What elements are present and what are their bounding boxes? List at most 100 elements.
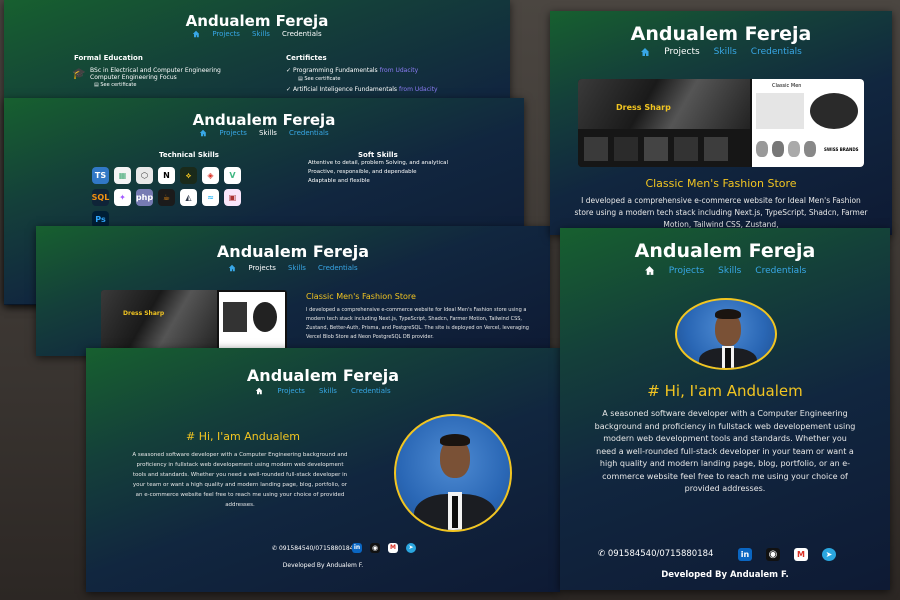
nav-credentials[interactable]: Credentials xyxy=(289,129,329,137)
shop-label-2: Classic Men xyxy=(772,83,802,89)
soft-skill-item: Attentive to detail, problem Solving, an… xyxy=(308,160,449,166)
product-panel xyxy=(219,292,285,350)
framer-icon: ⬡ xyxy=(136,167,153,184)
nav-bar: Projects Skills Credentials xyxy=(36,264,550,272)
home-card-small: Andualem Fereja Projects Skills Credenti… xyxy=(86,348,560,592)
home-card-large: Andualem Fereja Projects Skills Credenti… xyxy=(560,228,890,590)
profile-photo xyxy=(394,414,512,532)
github-icon[interactable]: ◉ xyxy=(370,543,380,553)
linkedin-icon[interactable]: in xyxy=(352,543,362,553)
mysql-icon: SQL xyxy=(92,189,109,206)
nav-projects[interactable]: Projects xyxy=(669,266,704,276)
social-links: in ◉ M ➤ xyxy=(738,548,836,561)
home-icon[interactable] xyxy=(192,30,200,38)
phone-contact[interactable]: ✆ 091584540/0715880184 xyxy=(598,549,713,559)
nav-bar: Projects Skills Credentials xyxy=(4,129,524,137)
degree-name: BSc in Electrical and Computer Engineeri… xyxy=(90,67,221,74)
nav-credentials[interactable]: Credentials xyxy=(751,47,802,57)
profile-photo xyxy=(675,298,777,370)
product-strip xyxy=(578,129,750,167)
project-screenshot[interactable]: Dress Sharp xyxy=(101,290,287,352)
nav-skills[interactable]: Skills xyxy=(252,30,270,38)
soft-skills-heading: Soft Skills xyxy=(358,151,398,159)
nav-projects[interactable]: Projects xyxy=(212,30,240,38)
linkedin-icon[interactable]: in xyxy=(738,548,752,561)
nav-skills[interactable]: Skills xyxy=(259,129,277,137)
project-screenshot[interactable]: Dress Sharp Classic Men SWISS BRANDS xyxy=(578,79,864,167)
home-icon[interactable] xyxy=(640,47,650,57)
nav-projects[interactable]: Projects xyxy=(248,264,276,272)
tools-icon: ▦ xyxy=(114,167,131,184)
site-title: Andualem Fereja xyxy=(246,366,400,385)
see-certificate-link[interactable]: ▤ See certificate xyxy=(94,82,136,88)
see-certificate-link[interactable]: ▤ See certificate xyxy=(298,76,340,82)
nav-credentials[interactable]: Credentials xyxy=(282,30,322,38)
phone-icon: ✆ xyxy=(272,545,279,552)
java-icon: ☕ xyxy=(158,189,175,206)
php-icon: php xyxy=(136,189,153,206)
gmail-icon[interactable]: M xyxy=(794,548,808,561)
bio-text: A seasoned software developer with a Com… xyxy=(594,409,856,493)
figma-icon: ✦ xyxy=(114,189,131,206)
tailwind-icon: ≈ xyxy=(202,189,219,206)
nextjs-icon: N xyxy=(158,167,175,184)
home-icon[interactable] xyxy=(228,264,236,272)
home-icon[interactable] xyxy=(255,387,263,395)
nav-bar: Projects Skills Credentials xyxy=(560,265,890,276)
formal-education-heading: Formal Education xyxy=(74,54,143,62)
nav-projects[interactable]: Projects xyxy=(219,129,247,137)
nav-credentials[interactable]: Credentials xyxy=(318,264,358,272)
site-title: Andualem Fereja xyxy=(634,240,816,262)
nav-skills[interactable]: Skills xyxy=(288,264,306,272)
gmail-icon[interactable]: M xyxy=(388,543,398,553)
project-title: Classic Men's Fashion Store xyxy=(645,177,797,190)
nav-bar: Projects Skills Credentials xyxy=(4,30,510,38)
vue-icon: V xyxy=(224,167,241,184)
soft-skill-item: Proactive, responsible, and dependable xyxy=(308,169,417,175)
degree-focus: Computer Engineering Focus xyxy=(90,74,177,81)
python-icon: ⟡ xyxy=(180,167,197,184)
soft-skill-item: Adaptable and flexible xyxy=(308,178,370,184)
certificates-heading: Certifictes xyxy=(286,54,327,62)
store-footer: SWISS BRANDS xyxy=(824,147,859,152)
check-icon: ✓ xyxy=(286,67,293,74)
telegram-icon[interactable]: ➤ xyxy=(406,543,416,553)
graduation-cap-icon: 🎓 xyxy=(72,67,86,80)
redis-icon: ◈ xyxy=(202,167,219,184)
site-title: Andualem Fereja xyxy=(192,111,336,129)
project-description: I developed a comprehensive e-commerce w… xyxy=(574,196,868,229)
shop-label: Dress Sharp xyxy=(616,103,671,112)
github-icon[interactable]: ◉ xyxy=(766,548,780,561)
projects-card-small: Andualem Fereja Projects Skills Credenti… xyxy=(36,226,550,356)
nav-projects[interactable]: Projects xyxy=(664,47,699,57)
site-title: Andualem Fereja xyxy=(185,12,329,30)
greeting-heading: # Hi, I'am Andualem xyxy=(647,382,803,400)
nav-projects[interactable]: Projects xyxy=(277,387,305,395)
nav-bar: Projects Skills Credentials xyxy=(86,387,560,395)
cert-item: ✓ Programming Fundamentals from Udacity xyxy=(286,67,419,74)
site-title: Andualem Fereja xyxy=(630,23,812,45)
site-title: Andualem Fereja xyxy=(216,242,370,261)
xd-icon: ▣ xyxy=(224,189,241,206)
cert-item: ✓ Artificial Inteligence Fundamentals fr… xyxy=(286,86,438,93)
nav-skills[interactable]: Skills xyxy=(714,47,737,57)
home-icon[interactable] xyxy=(644,265,655,276)
nav-skills[interactable]: Skills xyxy=(319,387,337,395)
typescript-icon: TS xyxy=(92,167,109,184)
greeting-heading: # Hi, I'am Andualem xyxy=(186,430,300,443)
check-icon: ✓ xyxy=(286,86,293,93)
phone-contact[interactable]: ✆ 091584540/0715880184 xyxy=(272,545,354,552)
footer-credit: Developed By Andualem F. xyxy=(282,562,364,569)
nav-credentials[interactable]: Credentials xyxy=(351,387,391,395)
telegram-icon[interactable]: ➤ xyxy=(822,548,836,561)
home-icon[interactable] xyxy=(199,129,207,137)
project-description: I developed a comprehensive e-commerce w… xyxy=(306,307,529,340)
hero-image xyxy=(101,290,217,352)
social-links: in ◉ M ➤ xyxy=(352,543,416,553)
phone-icon: ✆ xyxy=(598,549,608,559)
shop-label: Dress Sharp xyxy=(123,310,165,317)
bio-text: A seasoned software developer with a Com… xyxy=(132,452,348,508)
project-title: Classic Men's Fashion Store xyxy=(306,292,416,301)
nav-skills[interactable]: Skills xyxy=(718,266,741,276)
nav-credentials[interactable]: Credentials xyxy=(755,266,806,276)
